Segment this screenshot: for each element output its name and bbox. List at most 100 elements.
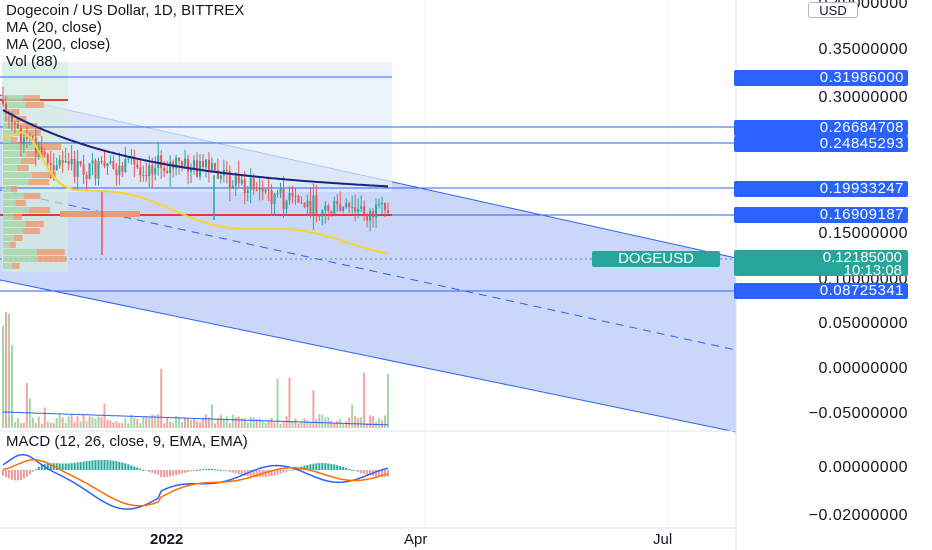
candle-body: [303, 203, 306, 208]
volume-bar: [79, 421, 82, 428]
volume-bar: [19, 423, 22, 428]
candle-body: [231, 185, 234, 188]
ma200-legend[interactable]: MA (200, close): [6, 36, 244, 53]
macd-line: [2, 453, 389, 510]
volume-profile-bar: [17, 165, 29, 171]
volume-bar: [166, 417, 169, 428]
candle-body: [76, 161, 79, 177]
macd-histogram-bar: [115, 461, 118, 470]
symbol-title[interactable]: Dogecoin / US Dollar, 1D, BITTREX: [6, 2, 244, 19]
macd-histogram-bar: [109, 460, 112, 470]
level-badge[interactable]: 0.31986000: [734, 70, 908, 86]
macd-histogram-bar: [2, 470, 4, 476]
macd-histogram-bar: [169, 470, 172, 477]
volume-bar: [198, 422, 201, 428]
volume-bar: [34, 423, 37, 428]
level-badge[interactable]: 0.08725341: [734, 283, 908, 299]
candle-body: [300, 202, 303, 204]
macd-histogram-bar: [19, 470, 22, 480]
volume-bar: [282, 422, 285, 428]
macd-histogram-bar: [31, 470, 34, 472]
macd-histogram-bar: [187, 470, 190, 472]
level-badge[interactable]: 0.26684708: [734, 120, 908, 136]
ma20-legend[interactable]: MA (20, close): [6, 19, 244, 36]
candle-body: [22, 137, 25, 145]
macd-histogram-bar: [336, 465, 339, 470]
macd-legend[interactable]: MACD (12, 26, close, 9, EMA, EMA): [6, 433, 248, 450]
candle-body: [31, 135, 34, 138]
macd-histogram-bar: [16, 470, 19, 481]
currency-button[interactable]: USD: [808, 2, 858, 18]
candle-body: [261, 187, 264, 192]
candle-body: [333, 201, 336, 214]
volume-profile-bar: [3, 200, 16, 206]
volume-profile-bar: [28, 179, 50, 185]
volume-profile-bar: [13, 214, 22, 220]
candle-body: [282, 187, 285, 210]
level-badge[interactable]: 0.24845293: [734, 136, 908, 152]
volume-profile-bar: [3, 193, 24, 199]
macd-histogram-bar: [37, 467, 40, 470]
volume-profile-bar: [12, 263, 20, 269]
level-badge[interactable]: 0.16909187: [734, 207, 908, 223]
macd-histogram-bar: [88, 460, 91, 470]
volume-bar: [387, 373, 389, 428]
candle-body: [321, 210, 324, 217]
volume-bar: [40, 423, 43, 428]
volume-bar: [178, 417, 181, 428]
bar-countdown: 10:13:08: [843, 262, 902, 279]
current-price-badge: 0.12185000 10:13:08: [734, 250, 908, 279]
volume-bar: [49, 422, 52, 428]
candle-body: [178, 157, 181, 162]
macd-histogram-bar: [100, 459, 103, 470]
volume-bar: [22, 423, 25, 428]
macd-histogram-bar: [222, 470, 225, 471]
macd-histogram-bar: [70, 463, 73, 470]
macd-histogram-bar: [82, 461, 85, 470]
macd-histogram-bar: [312, 463, 315, 470]
macd-axis-label: 0.00000000: [818, 459, 908, 476]
candle-body: [264, 189, 267, 192]
macd-histogram-bar: [321, 463, 324, 470]
macd-histogram-bar: [357, 470, 360, 473]
macd-histogram-bar: [285, 470, 288, 472]
candle-body: [306, 200, 309, 208]
time-axis[interactable]: 2022 Apr Jul: [0, 528, 736, 550]
candle-body: [88, 163, 91, 179]
macd-histogram-bar: [91, 460, 94, 470]
volume-bar: [46, 421, 49, 428]
volume-bar: [384, 415, 387, 428]
volume-bar: [210, 404, 213, 428]
macd-histogram-bar: [10, 470, 13, 480]
candle-body: [225, 169, 228, 171]
volume-bar: [115, 421, 118, 428]
candle-body: [258, 187, 261, 190]
candle-body: [70, 158, 73, 165]
macd-histogram-bar: [240, 470, 243, 475]
volume-bar: [118, 422, 121, 428]
price-label: −0.05000000: [808, 405, 908, 422]
macd-histogram-bar: [282, 470, 285, 473]
candle-body: [276, 193, 279, 195]
volume-legend[interactable]: Vol (88): [6, 53, 244, 70]
candle-body: [124, 159, 127, 172]
volume-bar: [303, 418, 306, 428]
macd-histogram-bar: [279, 470, 282, 474]
volume-bar: [37, 416, 40, 428]
candle-body: [139, 167, 142, 176]
macd-axis-label: −0.02000000: [808, 507, 908, 524]
price-label: 0.35000000: [818, 41, 908, 58]
macd-histogram-bar: [25, 470, 28, 477]
level-badge[interactable]: 0.19933247: [734, 181, 908, 197]
volume-profile-bar: [3, 221, 26, 227]
candle-body: [154, 167, 157, 175]
volume-bar: [127, 423, 130, 428]
volume-profile-bar: [3, 263, 13, 269]
volume-profile-bar: [3, 249, 37, 255]
candle-body: [342, 207, 345, 211]
macd-histogram-bar: [172, 470, 175, 476]
macd-histogram-bar: [234, 470, 237, 474]
volume-bar: [136, 418, 139, 428]
candle-body: [234, 173, 237, 186]
macd-histogram-bar: [133, 466, 136, 470]
